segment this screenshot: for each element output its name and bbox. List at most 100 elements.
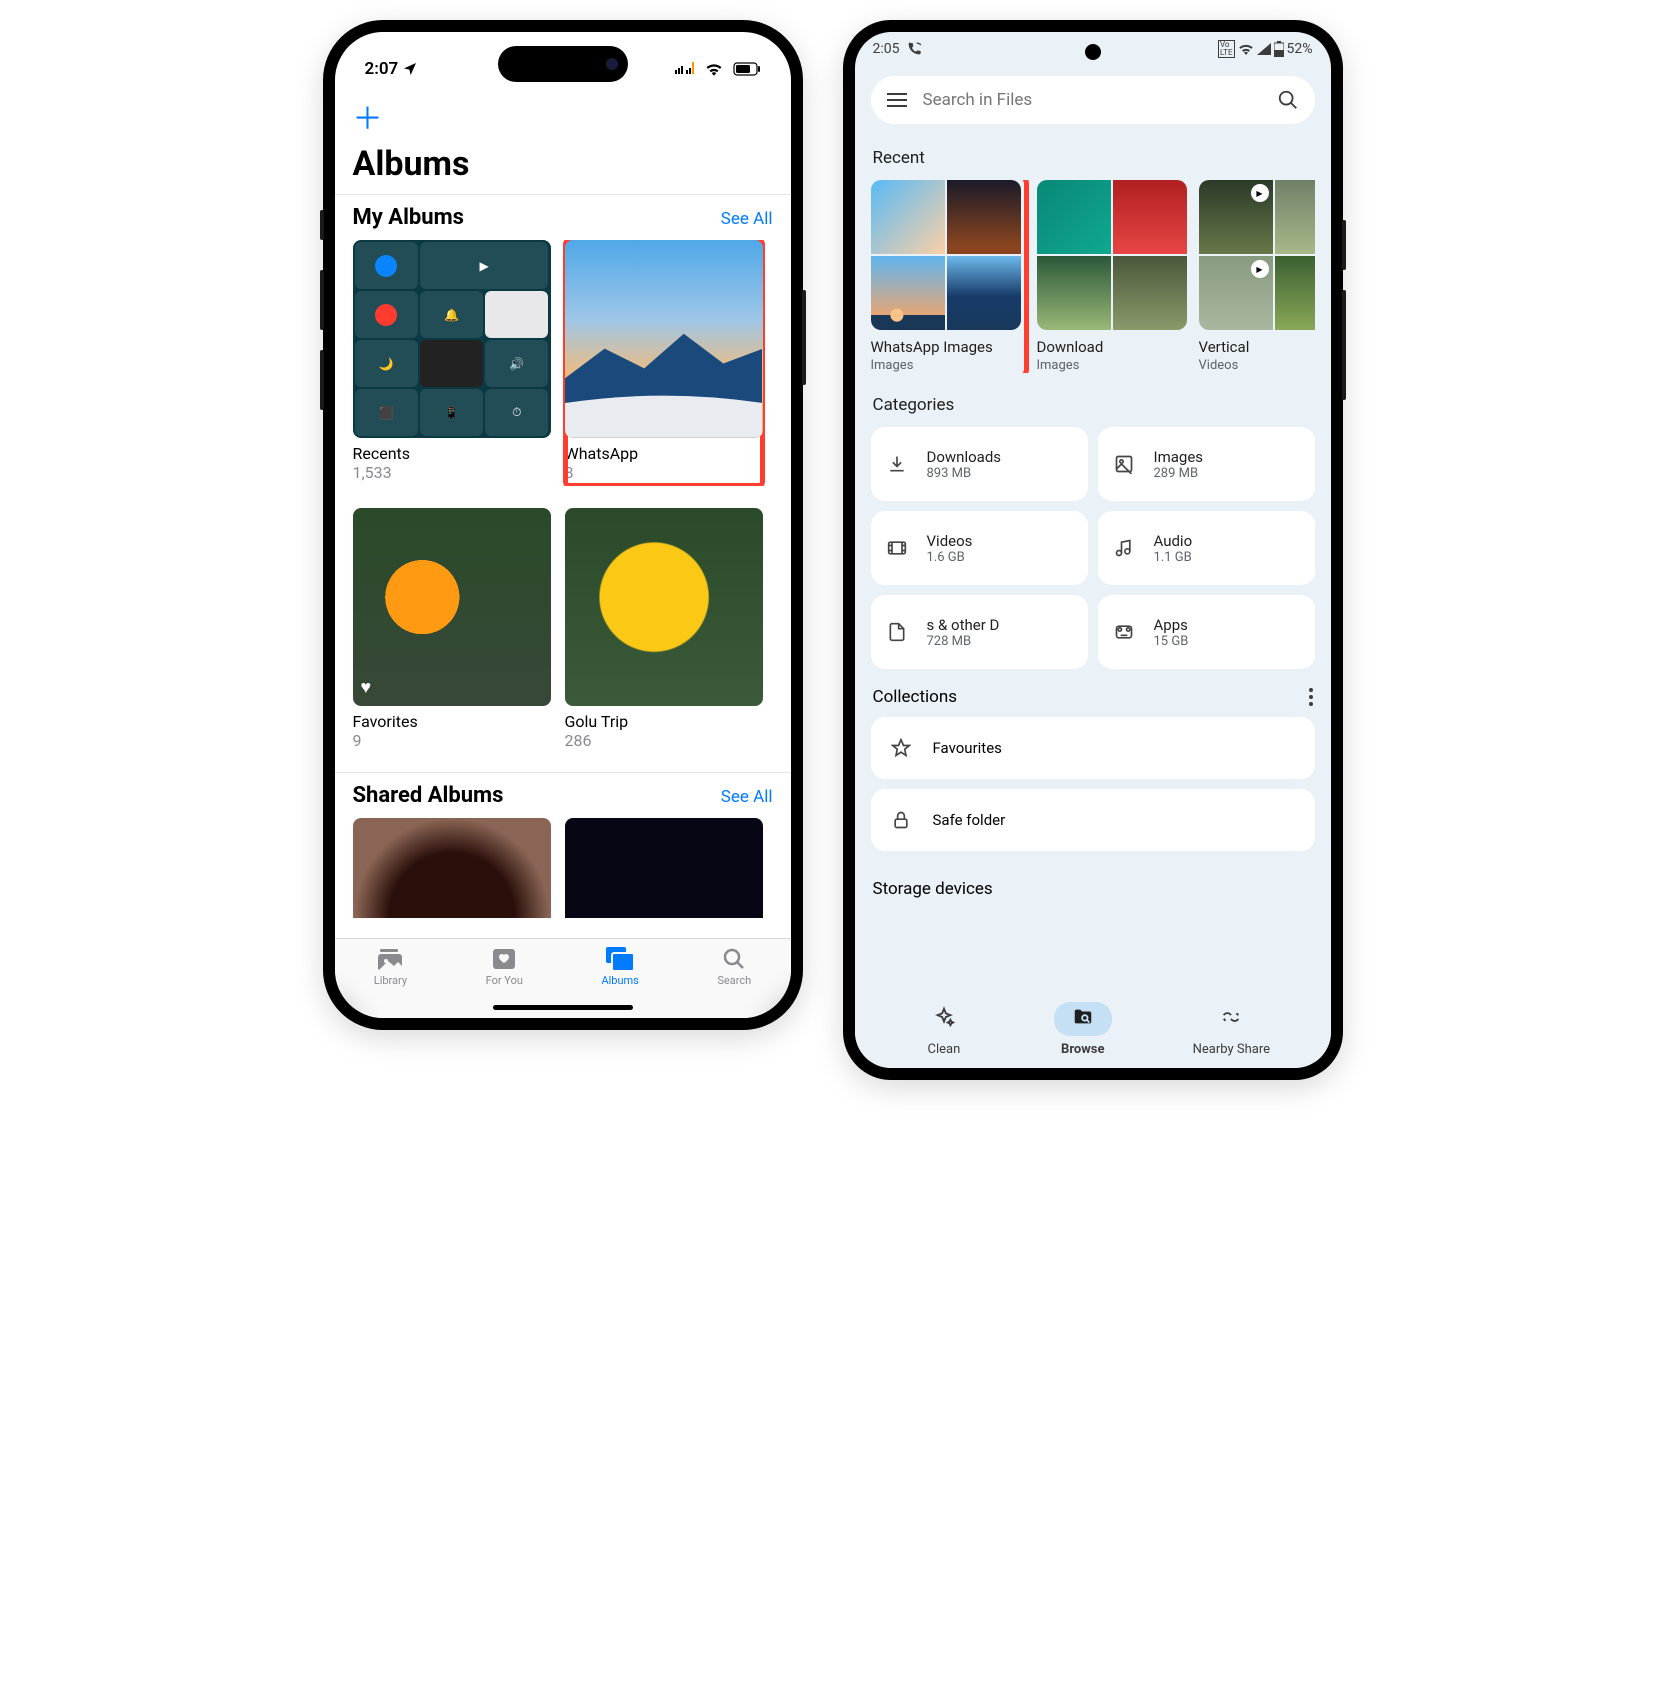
wifi-icon (705, 62, 723, 76)
front-camera (606, 58, 618, 70)
status-right: VoLTE 52% (1218, 40, 1313, 58)
cat-name: Apps (1154, 616, 1189, 634)
library-icon (376, 947, 404, 971)
tab-albums[interactable]: Albums (601, 947, 638, 987)
search-icon (722, 947, 746, 971)
search-icon[interactable] (1277, 89, 1299, 111)
volume-up-button (320, 270, 324, 330)
see-all-link[interactable]: See All (721, 209, 773, 229)
tab-label: Nearby Share (1193, 1042, 1270, 1057)
front-camera (1085, 44, 1101, 60)
collection-label: Safe folder (933, 811, 1006, 829)
collections-title: Collections (873, 687, 958, 707)
sparkle-icon (933, 1006, 955, 1028)
tab-clean[interactable]: Clean (915, 1002, 973, 1057)
menu-icon[interactable] (887, 92, 907, 108)
see-all-link[interactable]: See All (721, 787, 773, 807)
tab-browse[interactable]: Browse (1054, 1002, 1112, 1057)
collection-favourites[interactable]: Favourites (871, 717, 1315, 779)
category-audio[interactable]: Audio1.1 GB (1098, 511, 1315, 585)
cat-size: 1.6 GB (927, 550, 973, 565)
section-title: My Albums (353, 205, 464, 230)
battery-icon (733, 62, 761, 76)
tab-library[interactable]: Library (374, 947, 407, 987)
album-count: 1,533 (353, 463, 551, 482)
album-count: 8 (565, 463, 763, 482)
volte-icon: VoLTE (1218, 40, 1235, 58)
recent-thumbnail: ▶ ▶ ▶ ▶ (1199, 180, 1315, 330)
category-videos[interactable]: Videos1.6 GB (871, 511, 1088, 585)
volume-button (1342, 290, 1346, 400)
iphone-device-frame: 2:07 ＋ Albums My Albums See All ▶ (323, 20, 803, 1030)
add-album-button[interactable]: ＋ (353, 94, 383, 138)
dual-sim-icon (675, 62, 695, 76)
collection-label: Favourites (933, 739, 1002, 757)
album-count: 9 (353, 731, 551, 750)
album-golu-trip[interactable]: Golu Trip 286 (565, 508, 763, 750)
tab-search[interactable]: Search (717, 947, 751, 987)
cat-size: 15 GB (1154, 634, 1189, 649)
more-icon[interactable] (1309, 688, 1313, 706)
album-thumbnail: ♥ (353, 508, 551, 706)
tab-label: For You (486, 974, 523, 987)
cat-name: Images (1154, 448, 1204, 466)
album-name: Golu Trip (565, 712, 763, 731)
recent-type: Images (1037, 358, 1187, 373)
android-screen: 2:05 VoLTE 52% Recent (855, 32, 1331, 1068)
tab-label: Browse (1061, 1042, 1104, 1057)
search-bar[interactable] (871, 76, 1315, 124)
for-you-icon (491, 947, 517, 971)
cat-size: 728 MB (927, 634, 1000, 649)
section-title: Shared Albums (353, 783, 504, 808)
battery-icon (1274, 41, 1284, 57)
shared-album-thumb[interactable] (353, 818, 551, 918)
star-icon (891, 738, 911, 758)
status-time: 2:07 (365, 59, 399, 79)
recent-download[interactable]: Download Images (1037, 180, 1187, 373)
power-button (1342, 220, 1346, 270)
divider (335, 772, 791, 773)
cat-name: Downloads (927, 448, 1002, 466)
collection-safe-folder[interactable]: Safe folder (871, 789, 1315, 851)
status-time: 2:05 (873, 41, 900, 57)
shared-albums-row (353, 818, 773, 918)
album-whatsapp[interactable]: WhatsApp 8 (565, 240, 763, 486)
recent-name: Download (1037, 338, 1187, 356)
page-title: Albums (353, 144, 773, 184)
tab-for-you[interactable]: For You (486, 947, 523, 987)
wifi-icon (1238, 43, 1254, 55)
recent-thumbnail (1037, 180, 1187, 330)
side-button (802, 290, 806, 385)
category-apps[interactable]: Apps15 GB (1098, 595, 1315, 669)
album-name: Favorites (353, 712, 551, 731)
albums-row-1: ▶ 🔔 🌙🔊 ⬛📱⏱ Recents 1,533 WhatsApp 8 (353, 240, 773, 486)
album-thumbnail: ▶ 🔔 🌙🔊 ⬛📱⏱ (353, 240, 551, 438)
recent-name: WhatsApp Images (871, 338, 1013, 356)
recent-type: Videos (1199, 358, 1315, 373)
album-recents[interactable]: ▶ 🔔 🌙🔊 ⬛📱⏱ Recents 1,533 (353, 240, 551, 486)
tab-nearby-share[interactable]: Nearby Share (1193, 1002, 1270, 1057)
category-documents[interactable]: s & other D728 MB (871, 595, 1088, 669)
volume-down-button (320, 350, 324, 410)
album-favorites[interactable]: ♥ Favorites 9 (353, 508, 551, 750)
cat-size: 289 MB (1154, 466, 1204, 481)
shared-album-thumb[interactable] (565, 818, 763, 918)
recent-whatsapp-images[interactable]: WhatsApp Images Images (871, 180, 1021, 373)
category-images[interactable]: Images289 MB (1098, 427, 1315, 501)
bottom-nav: Clean Browse Nearby Share (855, 990, 1331, 1068)
categories-title: Categories (873, 395, 1313, 415)
tab-label: Library (374, 974, 407, 987)
heart-icon: ♥ (361, 677, 372, 698)
recent-type: Images (871, 358, 1013, 373)
silence-switch (320, 210, 324, 240)
recent-name: Vertical (1199, 338, 1315, 356)
recent-title: Recent (873, 148, 1313, 168)
recent-vertical[interactable]: ▶ ▶ ▶ ▶ Vertical Videos (1199, 180, 1315, 373)
tab-label: Search (717, 974, 751, 987)
album-thumbnail (565, 240, 763, 438)
home-indicator[interactable] (493, 1005, 633, 1010)
category-downloads[interactable]: Downloads893 MB (871, 427, 1088, 501)
album-count: 286 (565, 731, 763, 750)
cat-size: 1.1 GB (1154, 550, 1193, 565)
search-input[interactable] (923, 90, 1261, 110)
